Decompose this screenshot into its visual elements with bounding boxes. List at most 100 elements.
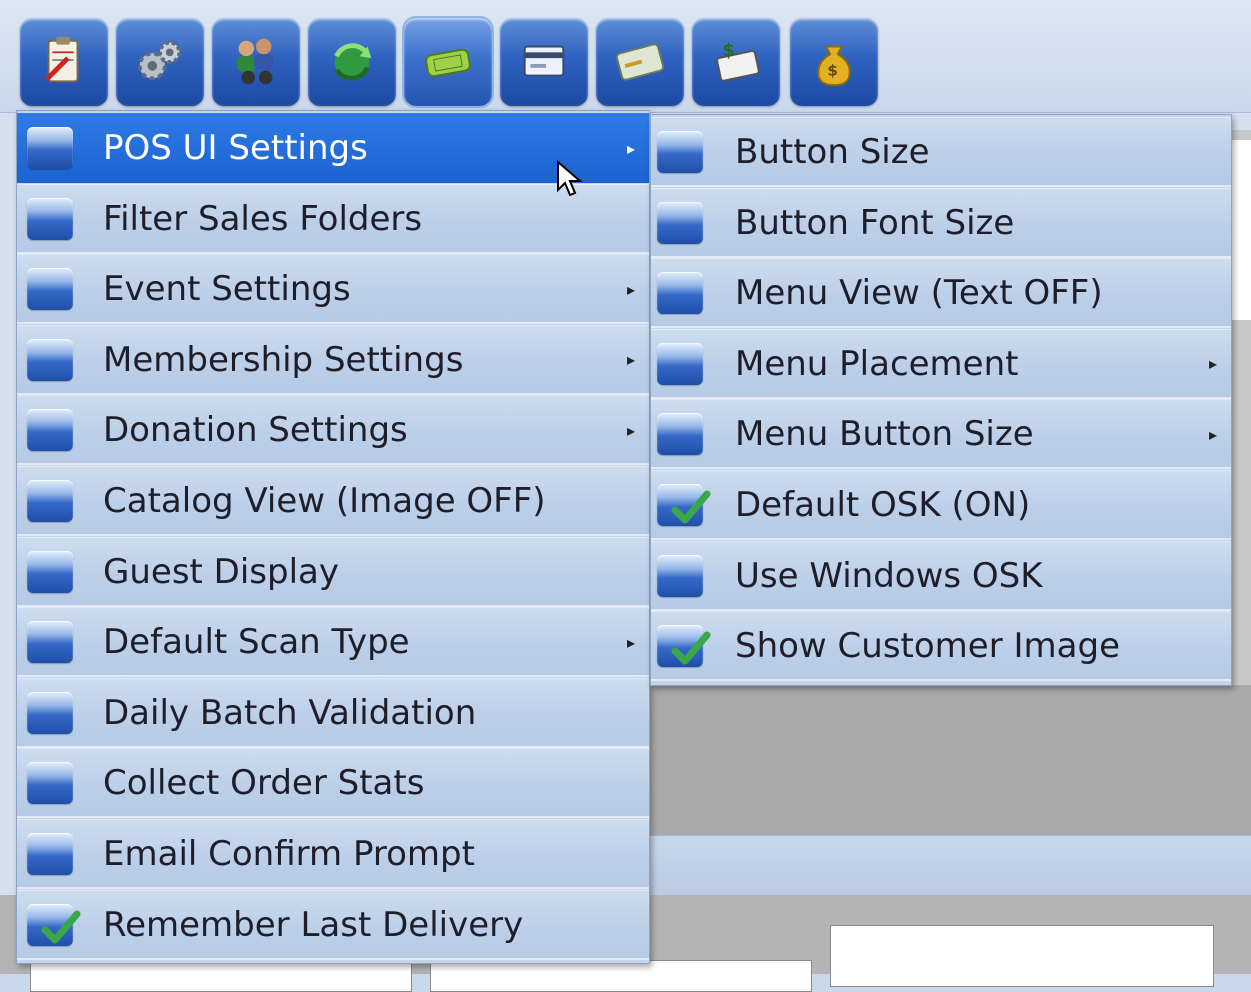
svg-text:$: $ — [827, 62, 838, 80]
toolbar-button-gears[interactable] — [116, 18, 204, 106]
toolbar-button-cash[interactable]: $ — [692, 18, 780, 106]
checkmark-icon — [671, 631, 711, 665]
glossy-button-icon — [27, 409, 73, 452]
menu-item-menu-placement[interactable]: Menu Placement ▸ — [651, 328, 1231, 399]
checked-glossy-icon — [657, 625, 711, 668]
submenu-arrow-icon: ▸ — [626, 632, 635, 652]
content-area — [650, 685, 1251, 835]
checkmark-icon — [671, 490, 711, 524]
menu-item-label: Filter Sales Folders — [103, 198, 423, 239]
content-header-strip — [650, 835, 1251, 896]
glossy-button-icon — [27, 762, 73, 805]
toolbar-button-settings[interactable] — [20, 18, 108, 106]
credit-card-icon — [615, 43, 665, 81]
menu-item-pos-ui-settings[interactable]: POS UI Settings ▸ — [17, 113, 649, 183]
glossy-button-icon — [27, 550, 73, 593]
glossy-button-icon — [27, 197, 73, 240]
glossy-button-icon — [27, 833, 73, 875]
menu-item-donation-settings[interactable]: Donation Settings ▸ — [17, 395, 649, 466]
settings-menu: POS UI Settings ▸ Filter Sales Folders Even… — [16, 110, 650, 964]
menu-item-label: Use Windows OSK — [735, 555, 1043, 596]
glossy-button-icon — [27, 268, 73, 311]
menu-item-catalog-view-image-off[interactable]: Catalog View (Image OFF) — [17, 466, 649, 536]
glossy-button-icon — [27, 621, 73, 664]
menu-item-label: Event Settings — [103, 269, 351, 310]
submenu-arrow-icon: ▸ — [626, 138, 635, 158]
menu-item-label: Menu Placement — [735, 343, 1019, 384]
menu-item-label: Email Confirm Prompt — [103, 834, 475, 874]
menu-item-filter-sales-folders[interactable]: Filter Sales Folders — [17, 183, 649, 254]
toolbar-button-card[interactable] — [596, 18, 684, 106]
refresh-globe-icon — [334, 43, 372, 81]
bottom-cell — [430, 960, 812, 992]
submenu-arrow-icon: ▸ — [1208, 354, 1217, 374]
content-panel-white — [1230, 140, 1251, 320]
menu-item-label: POS UI Settings — [103, 128, 368, 168]
glossy-button-icon — [657, 342, 703, 385]
menu-item-guest-display[interactable]: Guest Display — [17, 536, 649, 607]
checked-glossy-icon — [657, 484, 711, 526]
glossy-button-icon — [657, 201, 703, 244]
menu-item-default-osk-on[interactable]: Default OSK (ON) — [651, 470, 1231, 540]
glossy-button-icon — [27, 338, 73, 381]
svg-text:$: $ — [722, 41, 734, 61]
menu-item-daily-batch-validation[interactable]: Daily Batch Validation — [17, 677, 649, 748]
glossy-button-icon — [27, 127, 73, 169]
credit-card-terminal-icon — [523, 45, 565, 77]
ticket-icon — [425, 48, 471, 78]
submenu-arrow-icon: ▸ — [1208, 424, 1217, 444]
money-bag-icon: $ — [817, 45, 851, 87]
menu-item-label: Default OSK (ON) — [735, 485, 1031, 525]
toolbar-button-customers[interactable] — [212, 18, 300, 106]
menu-item-label: Menu Button Size — [735, 414, 1034, 455]
menu-item-menu-button-size[interactable]: Menu Button Size ▸ — [651, 399, 1231, 470]
menu-item-button-font-size[interactable]: Button Font Size — [651, 187, 1231, 258]
menu-item-button-size[interactable]: Button Size — [651, 117, 1231, 187]
menu-item-label: Daily Batch Validation — [103, 692, 477, 733]
checked-glossy-icon — [27, 903, 81, 946]
toolbar-button-payment[interactable] — [500, 18, 588, 106]
menu-item-membership-settings[interactable]: Membership Settings ▸ — [17, 324, 649, 395]
menu-item-collect-order-stats[interactable]: Collect Order Stats — [17, 748, 649, 819]
menu-item-label: Button Font Size — [735, 202, 1015, 243]
menu-item-event-settings[interactable]: Event Settings ▸ — [17, 254, 649, 325]
menu-item-remember-last-delivery[interactable]: Remember Last Delivery — [17, 889, 649, 960]
menu-item-label: Menu View (Text OFF) — [735, 273, 1103, 314]
menu-item-label: Remember Last Delivery — [103, 904, 524, 945]
menu-item-label: Collect Order Stats — [103, 763, 425, 804]
checkmark-icon — [41, 910, 81, 944]
glossy-button-icon — [657, 554, 703, 597]
menu-item-menu-view-text-off[interactable]: Menu View (Text OFF) — [651, 258, 1231, 329]
people-binoculars-icon — [236, 38, 274, 85]
glossy-button-icon — [657, 131, 703, 173]
menu-item-label: Guest Display — [103, 551, 339, 592]
menu-item-label: Membership Settings — [103, 339, 464, 380]
menu-item-label: Button Size — [735, 132, 930, 172]
submenu-arrow-icon: ▸ — [626, 279, 635, 299]
glossy-button-icon — [657, 413, 703, 456]
toolbar-button-ticket[interactable] — [402, 16, 494, 108]
cash-card-icon: $ — [716, 41, 760, 82]
bottom-cell — [830, 925, 1214, 987]
submenu-arrow-icon: ▸ — [626, 350, 635, 370]
pos-ui-settings-submenu: Button Size Button Font Size Menu View (Te… — [650, 114, 1232, 686]
menu-item-label: Catalog View (Image OFF) — [103, 481, 546, 521]
clipboard-edit-icon — [44, 36, 79, 83]
submenu-arrow-icon: ▸ — [626, 420, 635, 440]
toolbar-button-refresh[interactable] — [308, 18, 396, 106]
menu-item-use-windows-osk[interactable]: Use Windows OSK — [651, 540, 1231, 611]
toolbar-button-money[interactable]: $ — [790, 18, 878, 106]
bottom-cell — [30, 960, 412, 992]
glossy-button-icon — [27, 691, 73, 734]
menu-item-label: Donation Settings — [103, 410, 408, 451]
menu-item-default-scan-type[interactable]: Default Scan Type ▸ — [17, 607, 649, 678]
glossy-button-icon — [27, 480, 73, 522]
menu-item-show-customer-image[interactable]: Show Customer Image — [651, 611, 1231, 682]
mouse-cursor-icon — [557, 160, 583, 197]
menu-item-label: Default Scan Type — [103, 622, 410, 663]
menu-item-label: Show Customer Image — [735, 626, 1120, 667]
menu-item-email-confirm-prompt[interactable]: Email Confirm Prompt — [17, 819, 649, 889]
main-toolbar: $ $ — [0, 0, 1251, 113]
glossy-button-icon — [657, 272, 703, 315]
gears-icon — [137, 40, 182, 81]
